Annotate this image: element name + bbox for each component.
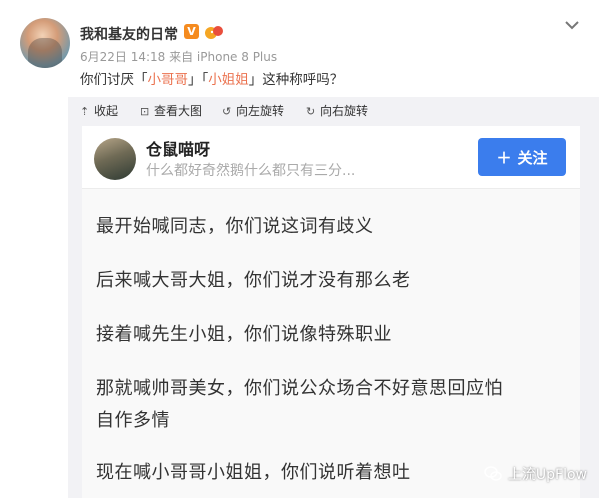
watermark: 上流UpFlow <box>484 464 587 484</box>
card-user-name: 仓鼠喵呀 <box>146 140 211 159</box>
card-text-line: 自作多情 <box>96 410 170 431</box>
card-header: 仓鼠喵呀 什么都好奇然鹅什么都只有三分... ＋ 关注 <box>82 126 580 189</box>
card-text-line: 那就喊帅哥美女，你们说公众场合不好意思回应怕 <box>96 378 503 399</box>
post-text-highlight: 小姐姐 <box>208 72 249 88</box>
view-large-label: 查看大图 <box>154 104 203 118</box>
rotate-right-label: 向右旋转 <box>320 104 369 118</box>
post-text-highlight: 小哥哥 <box>147 72 189 88</box>
view-large-button[interactable]: ⊡ 查看大图 <box>140 102 202 119</box>
zoom-icon: ⊡ <box>140 105 150 118</box>
rotate-left-label: 向左旋转 <box>236 104 285 118</box>
collapse-label: 收起 <box>94 104 119 118</box>
collapse-icon: ⇡ <box>80 105 90 118</box>
post-text-part: 」「 <box>188 72 209 88</box>
avatar[interactable] <box>20 18 70 68</box>
verified-badge: V <box>184 24 199 39</box>
rotate-right-button[interactable]: ↻ 向右旋转 <box>306 102 368 119</box>
rotate-left-button[interactable]: ↺ 向左旋转 <box>222 102 284 119</box>
follow-label: 关注 <box>517 148 548 167</box>
rotate-left-icon: ↺ <box>222 105 232 118</box>
screenshot-card: 仓鼠喵呀 什么都好奇然鹅什么都只有三分... ＋ 关注 最开始喊同志，你们说这词有… <box>82 126 580 498</box>
image-toolbar: ⇡ 收起 ⊡ 查看大图 ↺ 向左旋转 ↻ 向右旋转 <box>68 97 599 123</box>
post-text-part: 你们讨厌「 <box>80 72 148 88</box>
wechat-icon <box>484 466 502 481</box>
fan-badge-icon <box>205 26 223 39</box>
watermark-text: 上流UpFlow <box>507 467 587 483</box>
post-text-part: 」这种称呼吗？ <box>248 72 344 88</box>
post-text: 你们讨厌「小哥哥」「小姐姐」这种称呼吗？ <box>80 68 343 88</box>
collapse-button[interactable]: ⇡ 收起 <box>80 102 118 119</box>
chevron-down-icon[interactable] <box>563 16 581 34</box>
follow-button: ＋ 关注 <box>478 138 566 176</box>
plus-icon: ＋ <box>496 148 512 167</box>
card-text-line: 后来喊大哥大姐，你们说才没有那么老 <box>96 270 411 291</box>
user-name[interactable]: 我和基友的日常 <box>80 24 178 44</box>
card-text-line: 最开始喊同志，你们说这词有歧义 <box>96 216 374 237</box>
rotate-right-icon: ↻ <box>306 105 316 118</box>
card-user-bio: 什么都好奇然鹅什么都只有三分... <box>146 163 356 179</box>
card-text-line: 接着喊先生小姐，你们说像特殊职业 <box>96 324 392 345</box>
card-avatar <box>94 138 136 180</box>
card-text-line: 现在喊小哥哥小姐姐，你们说听着想吐 <box>96 462 411 483</box>
post-meta: 6月22日 14:18 来自 iPhone 8 Plus <box>80 50 278 64</box>
